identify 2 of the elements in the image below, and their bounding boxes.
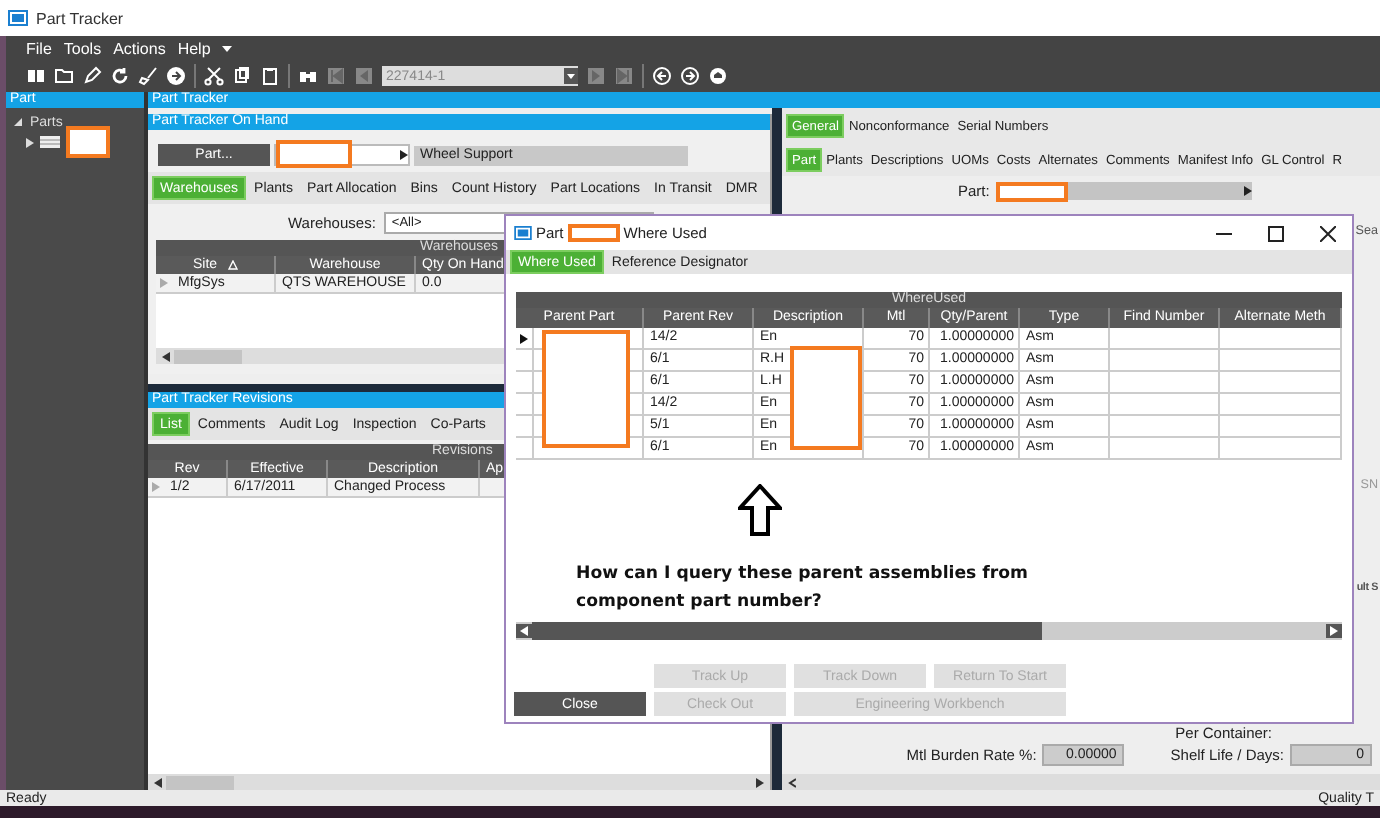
annotation-text: How can I query these parent assemblies from component part number? — [576, 562, 1031, 616]
window-title: Part Tracker — [36, 9, 124, 27]
